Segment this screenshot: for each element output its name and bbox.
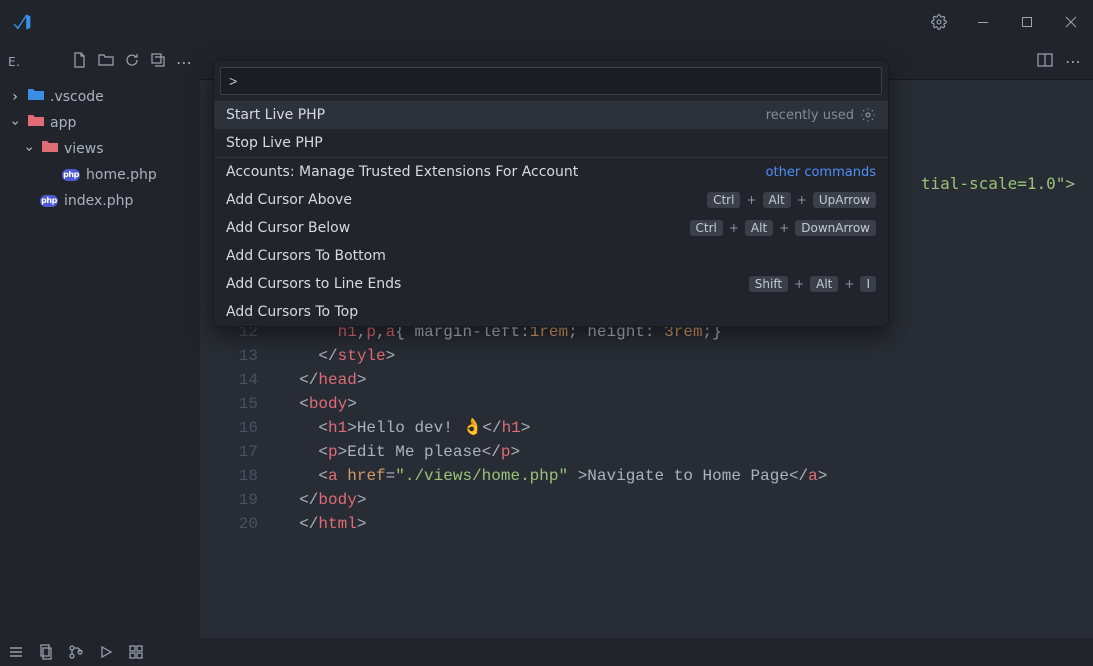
statusbar — [0, 638, 1093, 666]
command-label: Add Cursors To Bottom — [226, 248, 386, 264]
files-icon[interactable] — [38, 644, 54, 660]
explorer-header: E. ⋯ — [0, 44, 200, 80]
command-palette-item[interactable]: Add Cursors To Bottom — [214, 242, 888, 270]
command-palette-item[interactable]: Accounts: Manage Trusted Extensions For … — [214, 158, 888, 186]
extensions-icon[interactable] — [128, 644, 144, 660]
chevron-right-icon: › — [8, 84, 22, 110]
command-label: Add Cursor Above — [226, 192, 352, 208]
php-file-icon: php — [62, 169, 80, 181]
folder-icon — [42, 136, 58, 162]
command-label: Add Cursor Below — [226, 220, 350, 236]
command-label: Stop Live PHP — [226, 135, 323, 151]
new-file-icon[interactable] — [72, 52, 88, 72]
more-icon[interactable]: ⋯ — [176, 53, 192, 72]
minimize-button[interactable] — [961, 0, 1005, 44]
titlebar — [0, 0, 1093, 44]
command-palette-item[interactable]: Add Cursors to Line EndsShift+Alt+I — [214, 270, 888, 298]
php-file-icon: php — [40, 195, 58, 207]
command-label: Accounts: Manage Trusted Extensions For … — [226, 164, 578, 180]
keybind-key: Alt — [745, 220, 773, 236]
maximize-button[interactable] — [1005, 0, 1049, 44]
explorer-title: E. — [8, 55, 20, 69]
more-icon[interactable]: ⋯ — [1065, 52, 1081, 71]
close-button[interactable] — [1049, 0, 1093, 44]
command-palette: Start Live PHPrecently used Stop Live PHP… — [213, 60, 889, 327]
chevron-down-icon: › — [2, 116, 28, 130]
tree-file-index[interactable]: php index.php — [2, 188, 198, 214]
command-palette-item[interactable]: Start Live PHPrecently used — [214, 101, 888, 129]
command-palette-item[interactable]: Add Cursors To Top — [214, 298, 888, 326]
command-label: Start Live PHP — [226, 107, 325, 123]
keybind-key: Alt — [763, 192, 791, 208]
other-commands-link[interactable]: other commands — [766, 165, 876, 180]
explorer-sidebar: E. ⋯ › .vscode › — [0, 44, 200, 638]
tree-folder-app[interactable]: › app — [2, 110, 198, 136]
keybind-key: Shift — [749, 276, 788, 292]
tree-file-home[interactable]: php home.php — [2, 162, 198, 188]
source-control-icon[interactable] — [68, 644, 84, 660]
command-label: Add Cursors To Top — [226, 304, 358, 320]
vscode-logo-icon — [0, 12, 44, 32]
settings-gear-icon[interactable] — [917, 0, 961, 44]
keybind-key: Ctrl — [690, 220, 723, 236]
new-folder-icon[interactable] — [98, 52, 114, 72]
run-debug-icon[interactable] — [98, 644, 114, 660]
app-root: E. ⋯ › .vscode › — [0, 0, 1093, 666]
command-palette-input[interactable] — [220, 67, 882, 95]
command-palette-item[interactable]: Add Cursor BelowCtrl+Alt+DownArrow — [214, 214, 888, 242]
chevron-down-icon: › — [16, 142, 42, 156]
split-editor-icon[interactable] — [1037, 52, 1053, 72]
code-overflow-text: tial-scale=1.0"> — [921, 174, 1075, 193]
keybind-key: Alt — [810, 276, 838, 292]
keybind-key: Ctrl — [707, 192, 740, 208]
command-label: Add Cursors to Line Ends — [226, 276, 401, 292]
refresh-icon[interactable] — [124, 52, 140, 72]
command-palette-item[interactable]: Add Cursor AboveCtrl+Alt+UpArrow — [214, 186, 888, 214]
command-palette-item[interactable]: Stop Live PHP — [214, 129, 888, 157]
collapse-all-icon[interactable] — [150, 52, 166, 72]
keybind-key: UpArrow — [813, 192, 876, 208]
menu-icon[interactable] — [8, 644, 24, 660]
folder-icon — [28, 84, 44, 110]
gear-icon[interactable] — [860, 107, 876, 123]
tree-folder-views[interactable]: › views — [2, 136, 198, 162]
main-area: E. ⋯ › .vscode › — [0, 44, 1093, 638]
folder-icon — [28, 110, 44, 136]
keybind-key: DownArrow — [795, 220, 876, 236]
keybind-key: I — [860, 276, 876, 292]
file-tree: › .vscode › app › — [0, 80, 200, 218]
tree-folder-vscode[interactable]: › .vscode — [2, 84, 198, 110]
title-controls — [917, 0, 1093, 44]
